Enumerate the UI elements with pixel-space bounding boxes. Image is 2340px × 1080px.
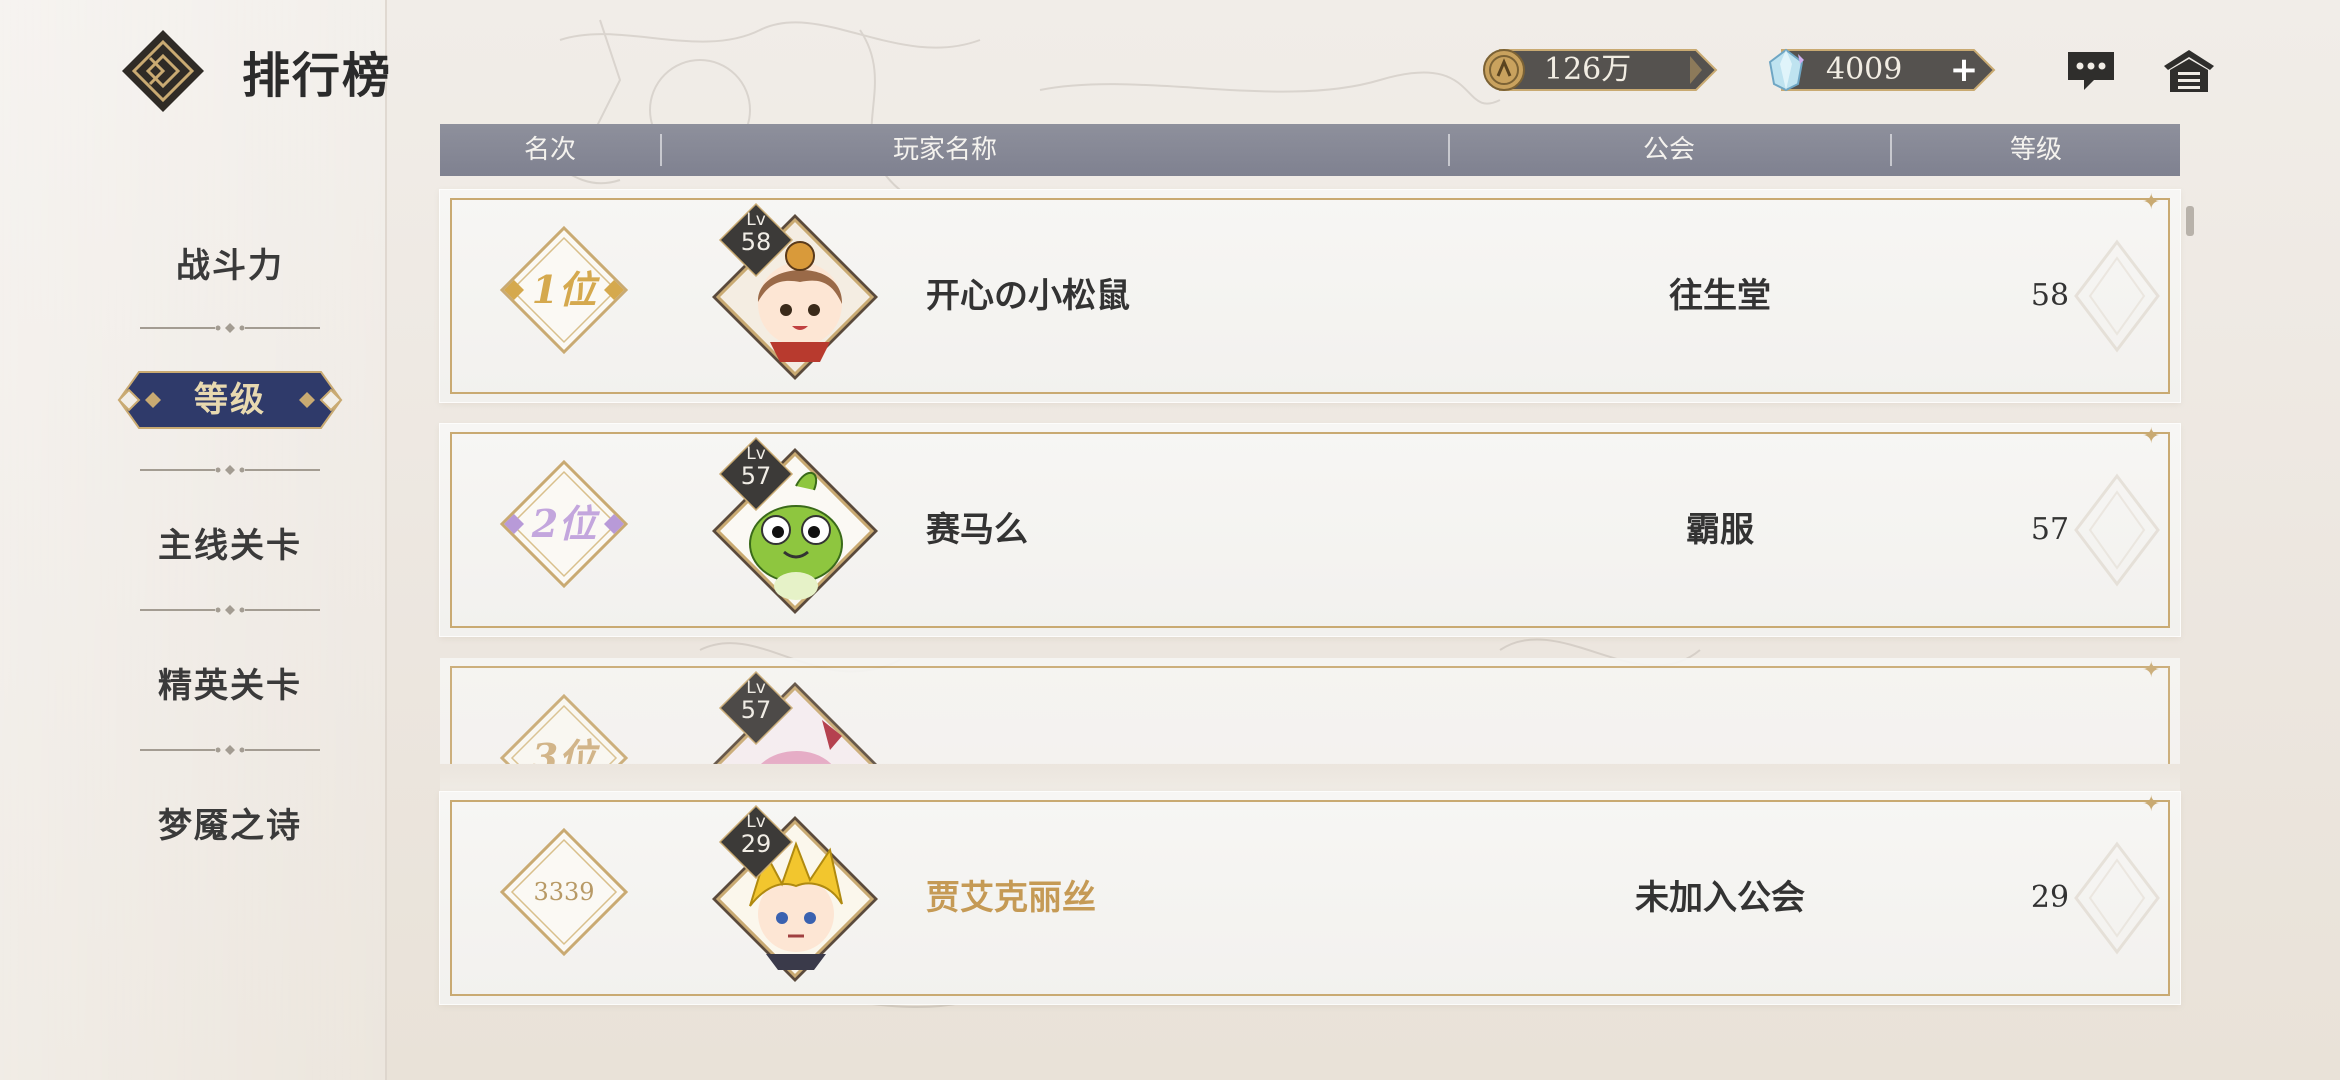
sparkle-icon: ✦	[2142, 190, 2161, 215]
page-title: 排行榜	[242, 48, 393, 104]
back-logo-icon[interactable]	[120, 28, 206, 114]
gold-coin-icon	[1483, 49, 1525, 91]
rank-label: 2位	[531, 501, 597, 546]
level-badge-value: 58	[740, 227, 772, 256]
row-decoration	[2074, 841, 2160, 955]
player-level	[1980, 658, 2120, 764]
sidebar-item-label: 等级	[194, 380, 266, 420]
level-badge-text: Lv 29	[718, 813, 794, 858]
crystal-gem-icon	[1768, 48, 1804, 92]
guild-name: 未加入公会	[1635, 878, 1805, 918]
level-badge-text: Lv 57	[718, 679, 794, 724]
chat-icon[interactable]	[2064, 48, 2118, 94]
level-badge-value: 29	[740, 829, 772, 858]
gem-currency: 4009 +	[1762, 46, 1998, 94]
sidebar-divider	[140, 465, 320, 475]
rank-label: 3339	[533, 878, 595, 906]
level-badge-text: Lv 57	[718, 445, 794, 490]
row-decoration	[2074, 239, 2160, 353]
sidebar-divider	[140, 605, 320, 615]
player-name: 赛马么	[926, 510, 1028, 550]
level-badge-text: Lv 58	[718, 211, 794, 256]
level-badge-value: 57	[740, 695, 772, 724]
column-header-guild: 公会	[1642, 135, 1695, 165]
column-header-player: 玩家名称	[892, 135, 997, 165]
sidebar-item-nightmare[interactable]: 梦魇之诗	[0, 798, 460, 847]
add-gem-button[interactable]: +	[1946, 52, 1982, 88]
sidebar-item-elite-stage[interactable]: 精英关卡	[0, 658, 460, 707]
table-row[interactable]: ✦ 1位 Lv 58 开心の小松鼠 往生堂 58	[440, 190, 2180, 402]
list-fade	[440, 762, 2180, 792]
table-header: 名次 玩家名称 公会 等级	[440, 124, 2180, 176]
gem-value: 4009	[1826, 52, 1903, 87]
sidebar-divider	[140, 323, 320, 333]
table-row[interactable]: ✦ 2位 Lv 57 赛马么 霸服 57	[440, 424, 2180, 636]
sidebar-divider	[140, 745, 320, 755]
level-badge-value: 57	[740, 461, 772, 490]
row-clip: ✦ 3位 Lv 57	[440, 658, 2180, 764]
guild-name	[1490, 658, 1950, 764]
page-header: 排行榜	[120, 26, 392, 116]
list-scrollbar[interactable]	[2186, 206, 2194, 236]
rank-label: 1位	[531, 267, 597, 312]
my-rank-row[interactable]: ✦ 3339 Lv 29 贾艾克丽丝 未加入公会 29	[440, 792, 2180, 1004]
column-header-level: 等级	[2009, 135, 2062, 165]
sidebar-item-main-stage[interactable]: 主线关卡	[0, 518, 460, 567]
gold-currency: 126万	[1480, 46, 1720, 94]
rank-label: 3位	[531, 735, 597, 764]
column-header-rank: 名次	[523, 135, 576, 165]
sparkle-icon: ✦	[2142, 658, 2161, 683]
sparkle-icon: ✦	[2142, 424, 2161, 449]
sidebar-item-level[interactable]: 等级	[115, 368, 345, 432]
row-decoration	[2074, 473, 2160, 587]
home-icon[interactable]	[2162, 48, 2216, 94]
gold-value: 126万	[1544, 52, 1632, 87]
sidebar-item-power[interactable]: 战斗力	[0, 238, 460, 287]
guild-name: 霸服	[1686, 510, 1754, 550]
guild-name: 往生堂	[1669, 276, 1771, 316]
table-row[interactable]: ✦ 3位 Lv 57	[440, 658, 2180, 764]
player-name: 开心の小松鼠	[926, 276, 1130, 316]
player-name: 贾艾克丽丝	[926, 878, 1096, 918]
sparkle-icon: ✦	[2142, 792, 2161, 817]
